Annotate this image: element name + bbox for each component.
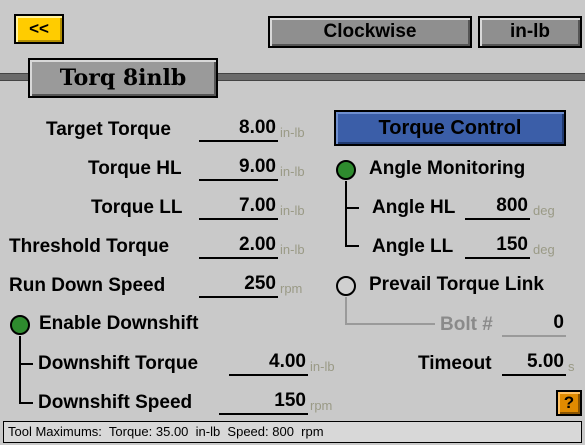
timeout-unit: s	[568, 359, 575, 374]
threshold-torque-unit: in-lb	[280, 242, 305, 257]
torque-hl-label: Torque HL	[88, 158, 182, 179]
angle-ll-unit: deg	[533, 242, 555, 257]
torque-ll-value[interactable]: 7.00	[199, 194, 278, 220]
torque-control-label: Torque Control	[378, 116, 522, 139]
run-down-speed-value[interactable]: 250	[199, 272, 278, 298]
angle-ll-value[interactable]: 150	[465, 233, 530, 259]
angle-hl-label: Angle HL	[372, 197, 456, 218]
downshift-torque-label: Downshift Torque	[38, 353, 199, 374]
help-button[interactable]: ?	[556, 390, 582, 416]
run-down-speed-label: Run Down Speed	[9, 275, 166, 296]
angle-monitoring-led[interactable]	[336, 160, 356, 180]
back-button-label: <<	[29, 19, 49, 38]
units-label: in-lb	[509, 21, 551, 42]
downshift-torque-value[interactable]: 4.00	[229, 350, 308, 376]
prevail-bracket	[345, 297, 347, 325]
tab-torq[interactable]: Torq 8inlb	[28, 58, 218, 98]
threshold-torque-value[interactable]: 2.00	[199, 233, 278, 259]
prevail-link-led[interactable]	[336, 276, 356, 296]
angle-bracket	[345, 181, 347, 247]
direction-button[interactable]: Clockwise	[268, 16, 472, 48]
angle-bracket-tick-1	[345, 207, 359, 209]
run-down-speed-unit: rpm	[280, 281, 303, 296]
torque-control-button[interactable]: Torque Control	[334, 110, 566, 146]
downshift-bracket-tick-1	[19, 363, 33, 365]
tab-title: Torq 8inlb	[59, 65, 187, 91]
threshold-torque-label: Threshold Torque	[9, 236, 170, 257]
timeout-label: Timeout	[418, 353, 492, 374]
target-torque-value[interactable]: 8.00	[199, 116, 278, 142]
back-button[interactable]: <<	[14, 14, 64, 44]
torque-hl-unit: in-lb	[280, 164, 305, 179]
target-torque-label: Target Torque	[46, 119, 171, 140]
torque-hl-value[interactable]: 9.00	[199, 155, 278, 181]
units-button[interactable]: in-lb	[478, 16, 582, 48]
downshift-bracket	[19, 336, 21, 404]
torque-ll-unit: in-lb	[280, 203, 305, 218]
angle-monitoring-label[interactable]: Angle Monitoring	[369, 158, 525, 180]
status-text: Tool Maximums: Torque: 35.00 in-lb Speed…	[8, 424, 324, 439]
angle-hl-value[interactable]: 800	[465, 194, 530, 220]
prevail-link-label[interactable]: Prevail Torque Link	[369, 274, 544, 296]
direction-label: Clockwise	[323, 21, 417, 42]
angle-bracket-tick-2	[345, 245, 359, 247]
bolt-label: Bolt #	[440, 314, 493, 335]
timeout-value[interactable]: 5.00	[502, 350, 566, 376]
torque-ll-label: Torque LL	[91, 197, 183, 218]
downshift-bracket-tick-2	[19, 402, 33, 404]
enable-downshift-led[interactable]	[10, 315, 30, 335]
angle-hl-unit: deg	[533, 203, 555, 218]
downshift-speed-value[interactable]: 150	[219, 389, 308, 415]
downshift-speed-label: Downshift Speed	[38, 392, 193, 413]
enable-downshift-label[interactable]: Enable Downshift	[39, 313, 198, 335]
help-icon: ?	[563, 393, 575, 412]
angle-ll-label: Angle LL	[372, 236, 454, 257]
bolt-value[interactable]: 0	[502, 311, 566, 337]
prevail-bracket-tick	[345, 323, 435, 325]
downshift-speed-unit: rpm	[310, 398, 333, 413]
status-bar: Tool Maximums: Torque: 35.00 in-lb Speed…	[3, 421, 582, 443]
downshift-torque-unit: in-lb	[310, 359, 335, 374]
target-torque-unit: in-lb	[280, 125, 305, 140]
